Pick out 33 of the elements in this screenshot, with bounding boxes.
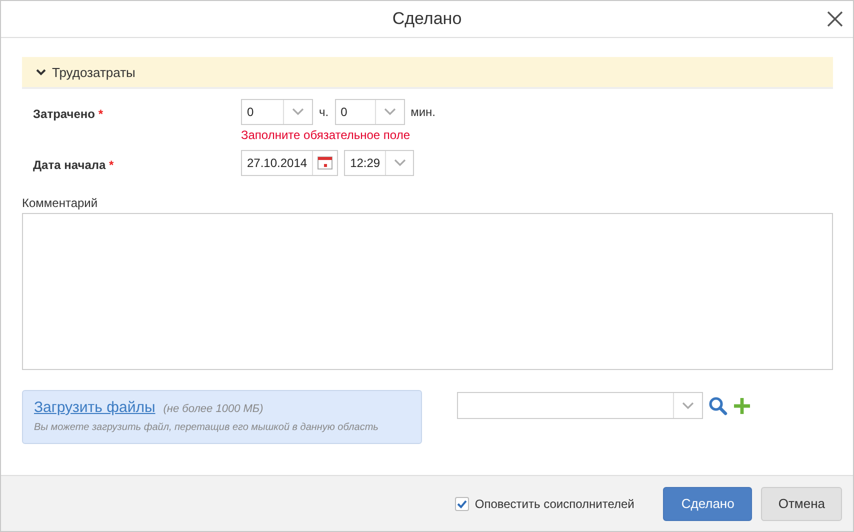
cancel-button[interactable]: Отмена [761,486,842,520]
upload-link[interactable]: Загрузить файлы [34,399,156,416]
chevron-down-icon [292,108,304,116]
section-title: Трудозатраты [52,64,136,80]
comment-label: Комментарий [22,196,99,210]
search-icon[interactable] [708,396,728,416]
comment-field[interactable] [22,213,833,370]
done-button[interactable]: Сделано [663,486,752,520]
error-message: Заполните обязательное поле [241,128,412,142]
time-field[interactable]: 12:29 [344,150,414,176]
select-field[interactable] [457,392,703,419]
section-header[interactable]: Трудозатраты [22,57,833,89]
unit-label: мин. [410,105,436,119]
date-field[interactable]: 27.10.2014 [241,150,338,176]
upload-hint: Вы можете загрузить файл, перетащив его мышкой в данную область [34,422,380,433]
plus-icon[interactable] [733,396,751,414]
size-limit: (не более 1000 МБ) [163,403,264,415]
window-title: Сделано [392,9,462,29]
field-label: Дата начала * [33,157,115,174]
checkbox[interactable] [454,496,469,510]
minutes-field[interactable]: 0 [334,99,405,125]
close-icon [825,9,845,29]
field-label: Затрачено * [33,106,104,123]
upload-area[interactable]: Загрузить файлы (не более 1000 МБ) Вы можете загрузить файл, перетащив его мышкой в данную область [22,390,422,444]
chevron-down-icon [394,159,406,167]
close-button[interactable] [825,9,845,29]
chevron-down-icon [384,108,396,116]
chevron-down-icon [36,68,46,76]
chevron-down-icon [682,402,694,410]
hours-field[interactable]: 0 [241,99,313,125]
unit-label: ч. [319,105,329,119]
calendar-icon [317,156,334,170]
checkbox-label: Оповестить соисполнителей [474,496,634,510]
